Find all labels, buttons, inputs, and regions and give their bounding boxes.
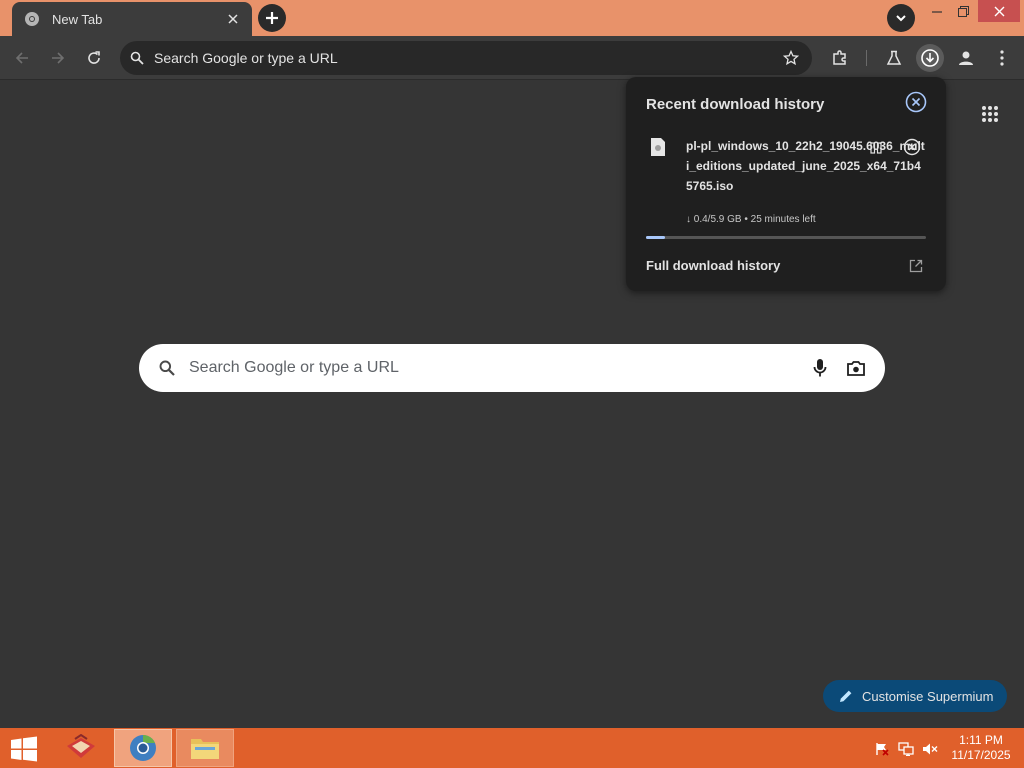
clock-date: 11/17/2025: [951, 748, 1011, 762]
apps-grid-icon[interactable]: [976, 100, 1004, 128]
camera-lens-icon[interactable]: [843, 355, 869, 381]
toolbar-separator: [866, 50, 867, 66]
taskbar-app-toolbox[interactable]: [52, 729, 110, 767]
restore-icon[interactable]: [950, 0, 976, 22]
open-external-icon[interactable]: [906, 256, 926, 276]
download-filename: pl-pl_windows_10_22h2_19045.6036_multi_e…: [686, 139, 925, 193]
tab-title: New Tab: [52, 11, 103, 27]
more-vertical-icon[interactable]: [988, 44, 1016, 72]
close-icon[interactable]: [904, 90, 928, 114]
toolbar: Search Google or type a URL: [0, 36, 1024, 80]
download-bubble: Recent download history pl-pl_windows_10…: [626, 77, 946, 291]
star-icon[interactable]: [776, 43, 806, 73]
microphone-icon[interactable]: [807, 355, 833, 381]
download-icon[interactable]: [916, 44, 944, 72]
customise-label: Customise Supermium: [862, 688, 994, 704]
volume-mute-icon[interactable]: [922, 741, 938, 757]
search-icon: [159, 360, 175, 376]
ntp-search-input[interactable]: Search Google or type a URL: [189, 359, 807, 377]
cancel-circle-icon[interactable]: [901, 136, 923, 158]
omnibox-placeholder[interactable]: Search Google or type a URL: [154, 50, 776, 66]
flag-icon[interactable]: [874, 741, 890, 757]
plus-icon[interactable]: [258, 4, 286, 32]
close-icon[interactable]: [224, 10, 242, 28]
windows-logo-icon[interactable]: [6, 734, 42, 764]
back-arrow-icon[interactable]: [8, 44, 36, 72]
profile-icon[interactable]: [952, 44, 980, 72]
taskbar-clock[interactable]: 1:11 PM 11/17/2025: [944, 733, 1018, 763]
pause-icon[interactable]: [865, 137, 887, 159]
download-item[interactable]: pl-pl_windows_10_22h2_19045.6036_multi_e…: [626, 127, 946, 247]
ntp-search-box[interactable]: Search Google or type a URL: [139, 344, 885, 392]
reload-icon[interactable]: [80, 44, 108, 72]
chrome-favicon: [24, 11, 40, 27]
download-status: ↓ 0.4/5.9 GB • 25 minutes left: [686, 214, 816, 225]
network-icon[interactable]: [898, 741, 914, 757]
search-icon: [130, 51, 144, 65]
pencil-icon: [839, 689, 853, 703]
labs-flask-icon[interactable]: [880, 44, 908, 72]
download-progress-bar: [646, 236, 926, 239]
omnibox[interactable]: Search Google or type a URL: [120, 41, 812, 75]
customise-button[interactable]: Customise Supermium: [823, 680, 1007, 712]
tab-new-tab[interactable]: New Tab: [12, 2, 252, 36]
download-progress-fill: [646, 236, 666, 239]
full-download-history-link[interactable]: Full download history: [646, 258, 780, 273]
window-close-button[interactable]: [978, 0, 1020, 22]
taskbar: 1:11 PM 11/17/2025: [0, 728, 1024, 768]
minimize-icon[interactable]: [924, 0, 950, 22]
forward-arrow-icon[interactable]: [44, 44, 72, 72]
clock-time: 1:11 PM: [959, 733, 1003, 747]
taskbar-app-file-explorer[interactable]: [176, 729, 234, 767]
chevron-down-icon[interactable]: [887, 4, 915, 32]
download-bubble-title: Recent download history: [646, 96, 825, 113]
title-bar: New Tab: [0, 0, 1024, 36]
taskbar-app-browser[interactable]: [114, 729, 172, 767]
file-icon: [650, 137, 668, 157]
extensions-puzzle-icon[interactable]: [826, 44, 854, 72]
